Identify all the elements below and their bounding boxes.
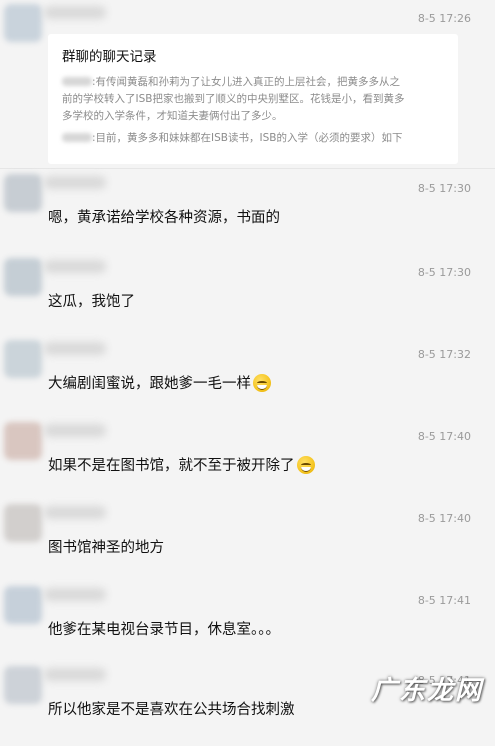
avatar[interactable] <box>4 504 42 542</box>
sender-name-blurred <box>44 176 106 189</box>
sender-name-blurred <box>44 342 106 355</box>
sender-name-blurred <box>44 506 106 519</box>
message-text: 大编剧闺蜜说，跟她爹一毛一样 <box>48 372 271 393</box>
message-text: 图书馆神圣的地方 <box>48 540 164 556</box>
message-text: 所以他家是不是喜欢在公共场合找刺激 <box>48 702 295 718</box>
message-time: 8-5 17:30 <box>417 266 471 279</box>
message-time: 8-5 17:40 <box>417 512 471 525</box>
chat-record-card[interactable]: 群聊的聊天记录 :有传闻黄磊和孙莉为了让女儿进入真正的上层社会，把黄多多从之 前… <box>48 34 458 164</box>
chat-record-line: 前的学校转入了ISB把家也搬到了顺义的中央别墅区。花钱是小，看到黄多 <box>62 93 405 105</box>
message-item: 8-5 17:30 嗯，黄承诺给学校各种资源，书面的 <box>0 170 495 255</box>
message-item: 8-5 17:41 他爹在某电视台录节目，休息室。。。 <box>0 582 495 667</box>
message-item: 8-5 17:40 如果不是在图书馆，就不至于被开除了 <box>0 418 495 503</box>
chat-record-line: 多学校的入学条件，才知道夫妻俩付出了多少。 <box>62 110 283 122</box>
avatar[interactable] <box>4 4 42 42</box>
sender-name-blurred <box>44 668 106 681</box>
site-watermark: 广东龙网 <box>370 676 483 706</box>
laughing-tears-emoji-icon <box>253 374 271 392</box>
avatar[interactable] <box>4 258 42 296</box>
message-item: 8-5 17:26 群聊的聊天记录 :有传闻黄磊和孙莉为了让女儿进入真正的上层社… <box>0 0 495 169</box>
message-text: 他爹在某电视台录节目，休息室。。。 <box>48 622 280 638</box>
message-time: 8-5 17:30 <box>417 182 471 195</box>
avatar[interactable] <box>4 340 42 378</box>
message-time: 8-5 17:40 <box>417 430 471 443</box>
message-text: 如果不是在图书馆，就不至于被开除了 <box>48 454 315 475</box>
chat-record-title: 群聊的聊天记录 <box>62 49 157 65</box>
message-time: 8-5 17:26 <box>417 12 471 25</box>
message-item: 8-5 17:40 图书馆神圣的地方 <box>0 500 495 585</box>
sender-name-blurred <box>44 424 106 437</box>
message-time: 8-5 17:41 <box>417 594 471 607</box>
sender-name-blurred <box>44 588 106 601</box>
chat-record-line: :有传闻黄磊和孙莉为了让女儿进入真正的上层社会，把黄多多从之 <box>62 74 400 89</box>
message-item: 8-5 17:30 这瓜，我饱了 <box>0 254 495 339</box>
chat-record-line: :目前，黄多多和妹妹都在ISB读书，ISB的入学（必须的要求）如下 <box>62 130 402 145</box>
laughing-tears-emoji-icon <box>296 456 315 474</box>
sender-name-blurred <box>44 260 106 273</box>
avatar[interactable] <box>4 174 42 212</box>
avatar[interactable] <box>4 666 42 704</box>
avatar[interactable] <box>4 586 42 624</box>
sender-blurred <box>62 133 92 142</box>
avatar[interactable] <box>4 422 42 460</box>
message-item: 8-5 17:32 大编剧闺蜜说，跟她爹一毛一样 <box>0 336 495 421</box>
message-text: 这瓜，我饱了 <box>48 294 135 310</box>
sender-blurred <box>62 77 92 86</box>
message-time: 8-5 17:32 <box>417 348 471 361</box>
sender-name-blurred <box>44 6 106 19</box>
message-text: 嗯，黄承诺给学校各种资源，书面的 <box>48 210 280 226</box>
